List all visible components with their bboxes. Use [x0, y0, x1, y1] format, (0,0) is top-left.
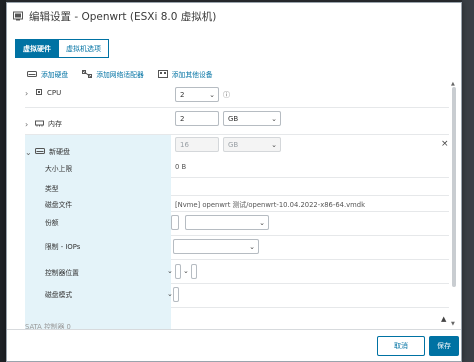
dialog-title: 编辑设置 - Openwrt (ESXi 8.0 虚拟机): [29, 10, 217, 23]
chevron-right-icon: ›: [25, 88, 29, 98]
max-size-value: 0 B: [175, 163, 187, 171]
divider: [171, 195, 449, 196]
dialog-titlebar: 编辑设置 - Openwrt (ESXi 8.0 虚拟机): [7, 3, 461, 29]
network-adapter-icon: [82, 70, 93, 78]
memory-size-value: 2: [180, 114, 185, 123]
chevron-down-icon: ⌄: [271, 115, 277, 123]
backdrop-right: [462, 0, 474, 362]
scroll-indicator-icon: ▲: [441, 315, 447, 323]
tab-virtual-hardware[interactable]: 虚拟硬件: [15, 39, 59, 58]
controller-select[interactable]: [175, 264, 181, 279]
divider: [171, 235, 449, 236]
hardware-list: › CPU 2 ⌄ ⓘ › 内存 2 GB ⌄ ⌄ 新硬盘 16 GB ⌄ × …: [25, 81, 453, 329]
remove-disk-icon[interactable]: ×: [441, 139, 449, 149]
vm-icon: [13, 11, 23, 21]
disk-file-value: [Nvme] openwrt 测试/openwrt-10.04.2022-x86…: [175, 201, 366, 209]
max-size-label: 大小上限: [45, 165, 73, 173]
disk-type-label: 类型: [45, 185, 59, 193]
shares-label: 份额: [45, 219, 59, 227]
hardware-toolbar: 添加硬盘 添加网络适配器 添加其他设备: [27, 69, 227, 79]
shares-value-select[interactable]: ⌄: [185, 215, 269, 230]
cpu-icon: [35, 88, 43, 98]
disk-file-label: 磁盘文件: [45, 201, 73, 209]
memory-row: › 内存 2 GB ⌄: [25, 111, 449, 133]
add-disk-label: 添加硬盘: [41, 71, 69, 79]
disk-icon: [27, 71, 37, 77]
tab-bar: 虚拟硬件 虚拟机选项: [15, 39, 109, 58]
disk-mode-select[interactable]: [173, 287, 179, 302]
chevron-down-icon: ⌄: [167, 267, 173, 275]
info-icon[interactable]: ⓘ: [223, 90, 230, 100]
save-button[interactable]: 保存: [429, 336, 459, 356]
memory-row-header[interactable]: › 内存: [25, 119, 62, 129]
new-disk-label: 新硬盘: [49, 148, 70, 156]
cpu-row-header[interactable]: › CPU: [25, 88, 61, 98]
add-nic-label: 添加网络适配器: [96, 71, 144, 79]
scroll-thumb[interactable]: [452, 87, 456, 287]
disk-mode-label: 磁盘模式: [45, 291, 73, 299]
chevron-down-icon: ⌄: [271, 141, 277, 149]
cpu-count-select[interactable]: 2 ⌄: [175, 87, 219, 102]
divider: [25, 107, 449, 108]
divider: [171, 283, 449, 284]
scrollbar[interactable]: ▲ ▼: [451, 81, 457, 329]
iops-limit-label: 限制 - IOPs: [45, 243, 81, 251]
memory-size-input[interactable]: 2: [175, 111, 219, 126]
divider: [171, 259, 449, 260]
chevron-down-icon: ⌄: [167, 290, 173, 298]
cpu-count-value: 2: [180, 90, 185, 99]
add-disk-button[interactable]: 添加硬盘: [27, 69, 68, 79]
disk-unit-select[interactable]: GB ⌄: [223, 137, 281, 152]
edit-settings-dialog: 编辑设置 - Openwrt (ESXi 8.0 虚拟机) 虚拟硬件 虚拟机选项…: [6, 2, 462, 362]
shares-level-select[interactable]: [171, 215, 179, 230]
iops-limit-select[interactable]: ⌄: [173, 239, 259, 254]
memory-icon: [35, 120, 44, 129]
controller-location-label: 控制器位置: [45, 269, 79, 277]
scroll-down-icon[interactable]: ▼: [451, 321, 455, 327]
divider: [171, 211, 449, 212]
chevron-right-icon: ›: [25, 119, 29, 129]
disk-unit-value: GB: [228, 140, 239, 149]
cpu-label: CPU: [47, 89, 62, 97]
memory-unit-value: GB: [228, 114, 239, 123]
chevron-down-icon: ⌄: [25, 147, 32, 157]
disk-size-value: 16: [180, 140, 189, 149]
add-nic-button[interactable]: 添加网络适配器: [82, 69, 144, 79]
add-other-device-button[interactable]: 添加其他设备: [157, 69, 213, 79]
dialog-footer: 取消 保存: [7, 329, 461, 361]
memory-unit-select[interactable]: GB ⌄: [223, 111, 281, 126]
divider: [171, 307, 449, 308]
controller-slot-select[interactable]: [191, 264, 197, 279]
chevron-down-icon: ⌄: [259, 219, 265, 227]
chevron-down-icon: ⌄: [249, 243, 255, 251]
chevron-down-icon: ⌄: [209, 91, 215, 99]
new-disk-row-header[interactable]: ⌄ 新硬盘: [25, 147, 70, 157]
memory-label: 内存: [48, 120, 62, 128]
cpu-row: › CPU 2 ⌄ ⓘ: [25, 85, 449, 105]
new-disk-row: ⌄ 新硬盘 16 GB ⌄ ×: [25, 137, 449, 161]
divider: [25, 134, 449, 135]
cancel-button[interactable]: 取消: [377, 336, 425, 356]
device-icon: [157, 70, 168, 78]
disk-icon: [35, 147, 45, 157]
add-other-label: 添加其他设备: [171, 71, 213, 79]
tab-vm-options[interactable]: 虚拟机选项: [59, 39, 109, 58]
chevron-down-icon: ⌄: [183, 267, 189, 275]
disk-size-input[interactable]: 16: [175, 137, 219, 152]
divider: [171, 177, 449, 178]
